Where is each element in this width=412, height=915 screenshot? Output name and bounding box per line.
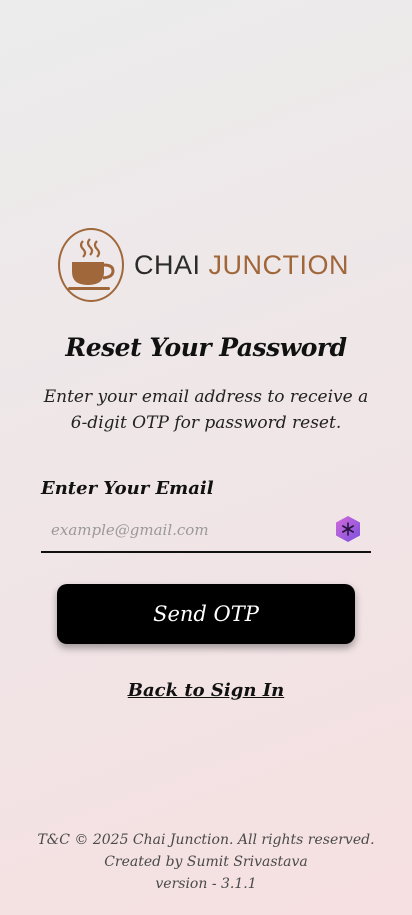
email-field-container bbox=[41, 508, 371, 553]
email-input[interactable] bbox=[41, 508, 331, 551]
footer-creator: Created by Sumit Srivastava bbox=[104, 854, 308, 870]
back-to-sign-in-link[interactable]: Back to Sign In bbox=[0, 680, 412, 701]
footer-version: version - 3.1.1 bbox=[155, 876, 257, 892]
send-otp-button[interactable]: Send OTP bbox=[57, 584, 355, 644]
footer-copyright: T&C © 2025 Chai Junction. All rights res… bbox=[37, 832, 375, 848]
page-subtitle: Enter your email address to receive a 6-… bbox=[43, 387, 369, 433]
brand-logo: CHAI JUNCTION bbox=[58, 226, 349, 304]
brand-name-junction: JUNCTION bbox=[208, 249, 350, 280]
password-manager-icon[interactable] bbox=[335, 515, 361, 543]
email-label: Enter Your Email bbox=[41, 478, 214, 499]
footer: T&C © 2025 Chai Junction. All rights res… bbox=[0, 829, 412, 895]
coffee-cup-icon bbox=[68, 238, 115, 290]
page-title: Reset Your Password bbox=[65, 333, 347, 362]
brand-name-chai: CHAI bbox=[134, 249, 201, 280]
brand-wordmark: CHAI JUNCTION bbox=[134, 250, 349, 281]
logo-emblem bbox=[58, 228, 124, 302]
